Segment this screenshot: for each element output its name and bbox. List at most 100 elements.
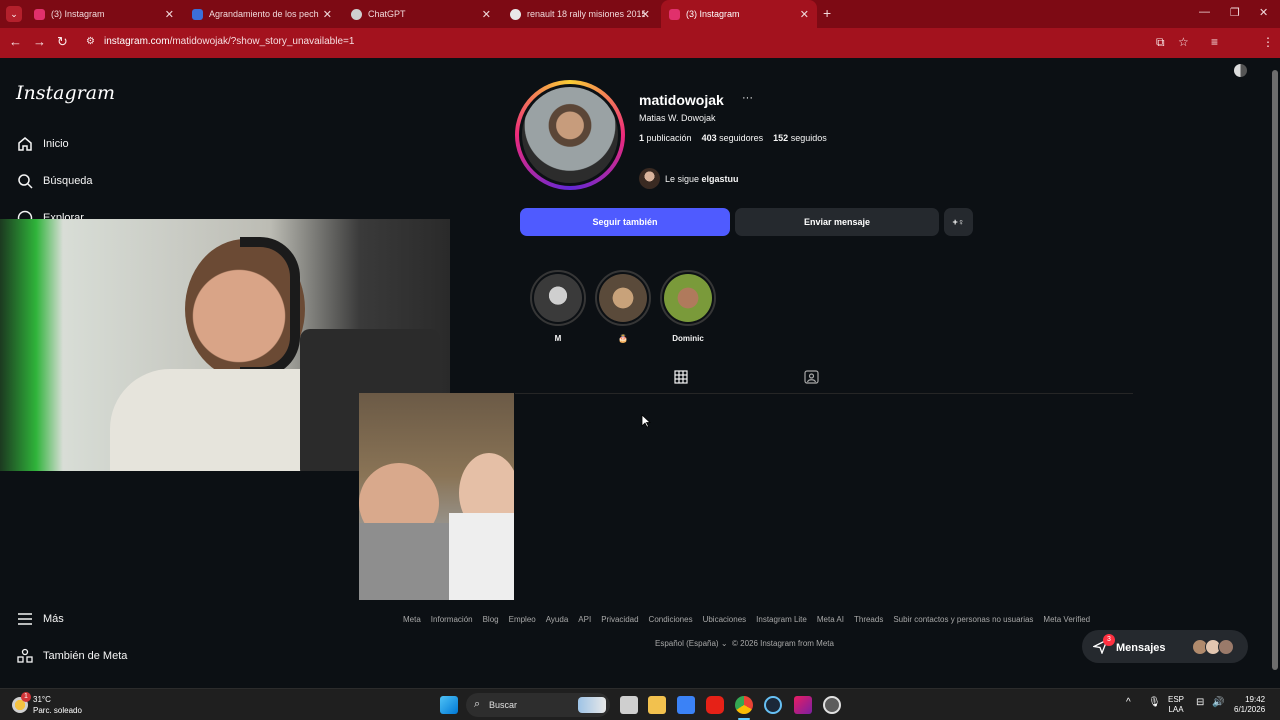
browser-menu-icon[interactable]: ⋮ xyxy=(1262,35,1274,49)
reload-icon[interactable]: ↻ xyxy=(57,34,68,50)
footer-link[interactable]: Blog xyxy=(483,615,499,624)
language-select[interactable]: Español (España) xyxy=(655,639,719,648)
back-icon[interactable]: ← xyxy=(9,34,22,49)
highlight-item[interactable]: Dominic xyxy=(660,270,716,343)
followers-label: seguidores xyxy=(719,133,764,143)
steam-icon[interactable] xyxy=(764,696,782,714)
shield-favicon-icon xyxy=(192,8,203,20)
opera-gx-icon[interactable] xyxy=(794,696,812,714)
windows-taskbar: 1 31°C Parc. soleado ⌕ Buscar ^ 🎙 ESP LA… xyxy=(0,688,1280,720)
task-view-icon[interactable] xyxy=(620,696,638,714)
footer-link[interactable]: Información xyxy=(431,615,473,624)
footer-link[interactable]: Threads xyxy=(854,615,883,624)
new-tab-icon[interactable]: + xyxy=(823,5,831,21)
highlight-label: 🎂 xyxy=(618,334,628,343)
install-app-icon[interactable]: ⧉ xyxy=(1156,35,1165,50)
browser-tab-agrandamiento[interactable]: Agrandamiento de los pechos ✕ xyxy=(184,0,340,28)
restore-icon[interactable]: ❐ xyxy=(1230,6,1240,19)
taskbar-search[interactable]: ⌕ Buscar xyxy=(466,693,610,717)
youtube-icon[interactable] xyxy=(706,696,724,714)
follow-button[interactable]: Seguir también xyxy=(520,208,730,236)
url-path: /matidowojak/?show_story_unavailable=1 xyxy=(169,36,355,47)
media-control-icon[interactable]: ≡ xyxy=(1211,35,1218,49)
sidebar-item-inicio[interactable]: Inicio xyxy=(16,135,69,153)
clock-date: 6/1/2026 xyxy=(1234,705,1266,714)
followers-stat[interactable]: 403 seguidores xyxy=(702,133,764,143)
footer-link[interactable]: Privacidad xyxy=(601,615,638,624)
weather-widget[interactable]: 31°C Parc. soleado xyxy=(33,694,82,716)
site-info-icon[interactable]: ⚙ xyxy=(86,36,95,47)
browser-toolbar: ← → ↻ ⚙ instagram.com/matidowojak/?show_… xyxy=(0,28,1280,77)
followed-by-text[interactable]: Le sigue elgastuu xyxy=(665,174,739,184)
footer-link[interactable]: Condiciones xyxy=(649,615,693,624)
chevron-down-icon[interactable]: ⌄ xyxy=(721,639,730,648)
close-tab-icon[interactable]: ✕ xyxy=(482,8,491,21)
search-label: Buscar xyxy=(489,700,518,710)
highlight-cover xyxy=(664,274,712,322)
tab-posts[interactable] xyxy=(659,370,702,394)
close-window-icon[interactable]: ✕ xyxy=(1259,6,1268,19)
sidebar-item-tambien-de-meta[interactable]: También de Meta xyxy=(16,647,127,665)
more-options-icon[interactable]: ··· xyxy=(742,92,753,104)
highlight-cover xyxy=(599,274,647,322)
chrome-icon[interactable] xyxy=(735,696,753,714)
sidebar-item-busqueda[interactable]: Búsqueda xyxy=(16,172,93,190)
close-tab-icon[interactable]: ✕ xyxy=(323,8,332,21)
forward-icon[interactable]: → xyxy=(33,34,46,49)
clock[interactable]: 19:42 6/1/2026 xyxy=(1234,695,1265,715)
footer-link[interactable]: Meta AI xyxy=(817,615,844,624)
footer-link[interactable]: Ubicaciones xyxy=(703,615,747,624)
footer-link[interactable]: Instagram Lite xyxy=(756,615,807,624)
tab-search-icon[interactable]: ⌄ xyxy=(6,6,22,22)
minimize-icon[interactable]: — xyxy=(1199,6,1210,18)
footer-link[interactable]: API xyxy=(578,615,591,624)
windows-start-icon[interactable] xyxy=(440,696,458,714)
browser-tab-renault[interactable]: renault 18 rally misiones 2015 ✕ xyxy=(502,0,658,28)
highlight-item[interactable]: 🎂 xyxy=(595,270,651,343)
url-host: instagram.com xyxy=(104,36,170,47)
highlight-ring xyxy=(595,270,651,326)
browser-tab-instagram-1[interactable]: (3) Instagram ✕ xyxy=(26,0,182,28)
profile-avatar[interactable] xyxy=(515,80,625,190)
profile-username: matidowojak xyxy=(639,92,724,108)
volume-icon[interactable]: 🔊 xyxy=(1212,698,1224,708)
send-message-button[interactable]: Enviar mensaje xyxy=(735,208,939,236)
store-icon[interactable] xyxy=(677,696,695,714)
mutual-follower-avatar[interactable] xyxy=(639,168,660,189)
file-explorer-icon[interactable] xyxy=(648,696,666,714)
close-tab-icon[interactable]: ✕ xyxy=(641,8,650,21)
sidebar-item-mas[interactable]: Más xyxy=(16,610,64,628)
messages-label: Mensajes xyxy=(1116,642,1166,654)
suggest-user-button[interactable]: +♀ xyxy=(944,208,973,236)
lang-bottom: LAA xyxy=(1168,705,1184,714)
browser-tab-chatgpt[interactable]: ChatGPT ✕ xyxy=(343,0,499,28)
weather-condition: Parc. soleado xyxy=(33,706,82,715)
footer-link[interactable]: Empleo xyxy=(509,615,536,624)
messages-button[interactable]: 3 Mensajes xyxy=(1082,630,1248,663)
footer-link[interactable]: Meta xyxy=(403,615,421,624)
tab-tagged[interactable] xyxy=(790,370,833,394)
footer-language-row: Español (España) ⌄ © 2026 Instagram from… xyxy=(655,639,834,648)
search-highlight-icon xyxy=(578,697,606,713)
microphone-icon[interactable]: 🎙 xyxy=(1148,698,1161,708)
scrollbar-thumb[interactable] xyxy=(1272,70,1278,670)
input-language[interactable]: ESP LAA xyxy=(1168,695,1184,715)
whatsapp-icon[interactable] xyxy=(823,696,841,714)
bookmark-star-icon[interactable]: ☆ xyxy=(1178,35,1189,49)
posts-label: publicación xyxy=(646,133,692,143)
following-count: 152 xyxy=(773,133,789,143)
tray-expand-icon[interactable]: ^ xyxy=(1126,698,1131,708)
page-scrollbar[interactable] xyxy=(1270,58,1280,688)
footer-link[interactable]: Meta Verified xyxy=(1043,615,1090,624)
highlight-item[interactable]: M xyxy=(530,270,586,343)
footer-link[interactable]: Subir contactos y personas no usuarias xyxy=(893,615,1033,624)
network-icon[interactable]: ⊟ xyxy=(1196,698,1204,708)
instagram-logo[interactable]: Instagram xyxy=(16,82,115,104)
footer-link[interactable]: Ayuda xyxy=(546,615,569,624)
address-bar[interactable]: instagram.com/matidowojak/?show_story_un… xyxy=(104,36,354,47)
browser-tab-instagram-active[interactable]: (3) Instagram ✕ xyxy=(661,0,817,28)
close-tab-icon[interactable]: ✕ xyxy=(165,8,174,21)
close-tab-icon[interactable]: ✕ xyxy=(800,8,809,21)
following-stat[interactable]: 152 seguidos xyxy=(773,133,827,143)
profile-icon[interactable] xyxy=(1234,64,1247,77)
